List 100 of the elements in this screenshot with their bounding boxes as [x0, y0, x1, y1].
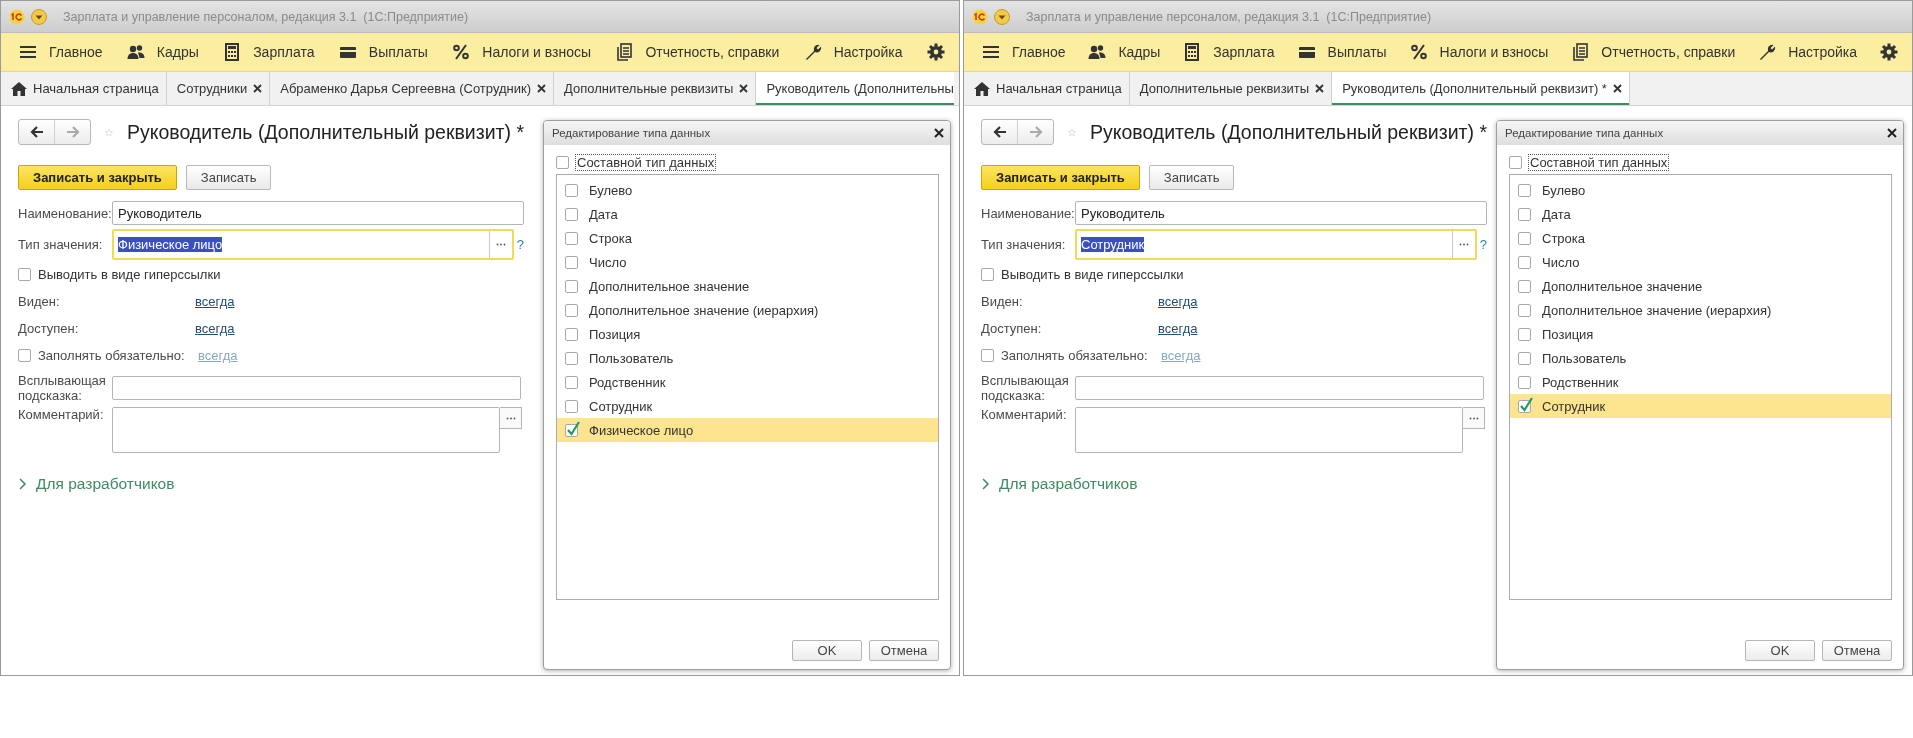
type-row[interactable]: Сотрудник	[1510, 394, 1891, 418]
checkbox[interactable]	[1518, 183, 1531, 197]
type-row[interactable]: Физическое лицо	[557, 418, 938, 442]
checkbox[interactable]	[556, 155, 569, 169]
checkbox[interactable]	[565, 327, 578, 341]
checkbox[interactable]	[565, 183, 578, 197]
menu-item[interactable]: Зарплата	[223, 43, 315, 61]
type-row[interactable]: Позиция	[557, 322, 938, 346]
close-icon[interactable]	[1887, 128, 1897, 138]
comment-field[interactable]	[112, 407, 500, 453]
link[interactable]: всегда	[1158, 321, 1198, 336]
section-toggle[interactable]: Для разработчиков	[981, 475, 1487, 493]
checkbox[interactable]	[1518, 207, 1531, 221]
cancel-button[interactable]: Отмена	[869, 640, 939, 661]
checkbox[interactable]	[565, 231, 578, 245]
menu-item[interactable]: Настройка	[1758, 43, 1858, 61]
checkbox[interactable]	[1518, 327, 1531, 341]
close-icon[interactable]	[1612, 84, 1622, 93]
link[interactable]: всегда	[1158, 294, 1198, 309]
type-row[interactable]: Строка	[1510, 226, 1891, 250]
checkbox[interactable]	[1518, 279, 1531, 293]
help-link[interactable]: ?	[516, 236, 524, 252]
type-row[interactable]: Родственник	[1510, 370, 1891, 394]
type-row[interactable]: Дата	[557, 202, 938, 226]
link[interactable]: всегда	[195, 321, 235, 336]
type-row[interactable]: Булево	[1510, 178, 1891, 202]
save-and-close-button[interactable]: Записать и закрыть	[18, 165, 177, 190]
tab[interactable]: Начальная страница	[1, 72, 167, 105]
type-row[interactable]: Пользователь	[1510, 346, 1891, 370]
menu-item[interactable]: Отчетность, справки	[1571, 43, 1736, 61]
checkbox[interactable]	[565, 375, 578, 389]
close-icon[interactable]	[537, 84, 546, 93]
menu-item[interactable]: Главное	[19, 43, 103, 61]
tab[interactable]: Абраменко Дарья Сергеевна (Сотрудник)	[270, 72, 554, 105]
menu-item[interactable]: Выплаты	[338, 43, 428, 61]
type-row[interactable]: Дополнительное значение (иерархия)	[557, 298, 938, 322]
checkbox[interactable]	[565, 399, 578, 413]
checkbox[interactable]	[1518, 231, 1531, 245]
text-field[interactable]	[1075, 376, 1484, 400]
tab[interactable]: Сотрудники	[166, 72, 271, 105]
type-row[interactable]: Строка	[557, 226, 938, 250]
menu-item[interactable]: Налоги и взносы	[452, 43, 592, 61]
type-select-field[interactable]: Физическое лицо	[112, 228, 514, 260]
checkbox[interactable]	[565, 207, 578, 221]
type-row[interactable]: Позиция	[1510, 322, 1891, 346]
section-toggle[interactable]: Для разработчиков	[18, 475, 524, 493]
checkbox[interactable]	[565, 351, 578, 365]
menu-item[interactable]: Кадры	[126, 43, 199, 61]
save-button[interactable]: Записать	[185, 165, 272, 190]
tab[interactable]: Начальная страница	[964, 72, 1130, 105]
text-field[interactable]	[112, 376, 521, 400]
help-link[interactable]: ?	[1479, 236, 1487, 252]
text-field[interactable]: Руководитель	[1075, 201, 1487, 225]
tab[interactable]: Руководитель (Дополнительны	[756, 72, 954, 105]
checkbox[interactable]	[1518, 351, 1531, 365]
checkbox[interactable]	[1509, 155, 1522, 169]
checkbox[interactable]	[1518, 255, 1531, 269]
checkbox[interactable]	[981, 349, 994, 362]
ok-button[interactable]: OK	[792, 640, 862, 661]
dropdown-icon[interactable]	[31, 8, 47, 25]
type-select-field[interactable]: Сотрудник	[1075, 228, 1477, 260]
settings-icon[interactable]	[926, 43, 945, 61]
checkbox[interactable]	[18, 349, 31, 362]
close-icon[interactable]	[934, 128, 944, 138]
checkbox[interactable]	[565, 279, 578, 293]
checkbox[interactable]	[565, 303, 578, 317]
menu-item[interactable]: Налоги и взносы	[1409, 43, 1549, 61]
checkbox[interactable]	[981, 268, 994, 281]
menu-item[interactable]: Настройка	[803, 43, 903, 61]
ok-button[interactable]: OK	[1745, 640, 1815, 661]
close-icon[interactable]	[739, 84, 749, 93]
type-row[interactable]: Булево	[557, 178, 938, 202]
type-row[interactable]: Число	[1510, 250, 1891, 274]
more-button[interactable]	[500, 407, 522, 429]
checkbox[interactable]	[565, 255, 578, 269]
checkbox[interactable]	[1518, 399, 1531, 413]
type-row[interactable]: Число	[557, 250, 938, 274]
menu-item[interactable]: Кадры	[1088, 43, 1161, 61]
type-row[interactable]: Пользователь	[557, 346, 938, 370]
save-and-close-button[interactable]: Записать и закрыть	[981, 165, 1140, 190]
close-icon[interactable]	[253, 84, 263, 93]
menu-item[interactable]: Выплаты	[1297, 43, 1387, 61]
text-field[interactable]: Руководитель	[112, 201, 524, 225]
more-button[interactable]	[1463, 407, 1485, 429]
checkbox[interactable]	[565, 423, 578, 437]
link[interactable]: всегда	[195, 294, 235, 309]
type-row[interactable]: Родственник	[557, 370, 938, 394]
checkbox[interactable]	[18, 268, 31, 281]
save-button[interactable]: Записать	[1148, 165, 1235, 190]
checkbox[interactable]	[1518, 303, 1531, 317]
menu-item[interactable]: Зарплата	[1183, 43, 1275, 61]
type-row[interactable]: Сотрудник	[557, 394, 938, 418]
cancel-button[interactable]: Отмена	[1822, 640, 1892, 661]
dropdown-icon[interactable]	[994, 8, 1010, 25]
type-row[interactable]: Дополнительное значение (иерархия)	[1510, 298, 1891, 322]
type-row[interactable]: Дополнительное значение	[557, 274, 938, 298]
menu-item[interactable]: Главное	[982, 43, 1066, 61]
checkbox[interactable]	[1518, 375, 1531, 389]
type-row[interactable]: Дата	[1510, 202, 1891, 226]
close-icon[interactable]	[1315, 84, 1325, 93]
